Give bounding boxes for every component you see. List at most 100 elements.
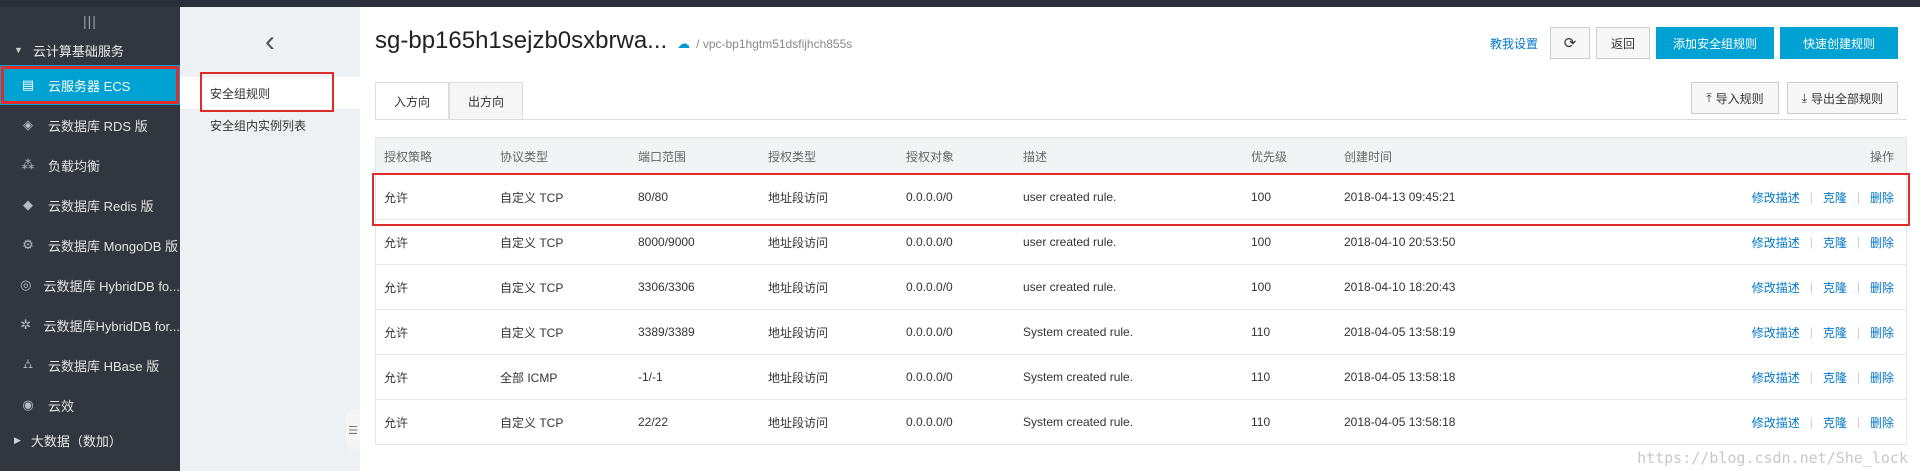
separator: | — [1809, 280, 1813, 294]
tab-outbound[interactable]: 出方向 — [449, 82, 524, 120]
column-header: 操作 — [1869, 149, 1894, 164]
cell-created: 2018-04-05 13:58:18 — [1344, 370, 1456, 384]
redis-icon: ◆ — [23, 197, 33, 212]
clone-link[interactable]: 克隆 — [1823, 414, 1847, 431]
sidebar-item-label: 云数据库HybridDB for... — [43, 318, 180, 334]
cell-port: 8000/9000 — [638, 235, 695, 249]
nav-group-label: 大数据（数加） — [30, 433, 122, 449]
column-header: 端口范围 — [638, 149, 687, 164]
cell-policy: 允许 — [384, 325, 409, 340]
column-header: 描述 — [1023, 149, 1048, 164]
delete-link[interactable]: 删除 — [1870, 234, 1894, 251]
mongodb-icon: ⚙ — [22, 237, 34, 252]
subnav-item-label: 安全组规则 — [210, 86, 271, 101]
add-rule-button[interactable]: 添加安全组规则 — [1656, 27, 1774, 59]
separator: | — [1856, 235, 1860, 249]
sidebar-handle[interactable]: ||| — [0, 7, 180, 35]
cell-policy: 允许 — [384, 280, 409, 295]
cell-port: -1/-1 — [638, 370, 663, 384]
sidebar-item-hbase[interactable]: ⛼ 云数据库 HBase 版 — [0, 345, 180, 385]
sidebar-item-label: 云数据库 HybridDB fo... — [43, 278, 180, 294]
cell-port: 3389/3389 — [638, 325, 695, 339]
cell-priority: 110 — [1251, 415, 1271, 429]
cell-created: 2018-04-10 20:53:50 — [1344, 235, 1456, 249]
header-toolbar: 教我设置 ⟳ 返回 添加安全组规则 快速创建规则 — [1490, 27, 1898, 59]
clone-link[interactable]: 克隆 — [1823, 369, 1847, 386]
collapse-sidebar-icon[interactable]: ☰ — [346, 410, 360, 450]
cell-auth-type: 地址段访问 — [768, 370, 829, 385]
separator: | — [1856, 325, 1860, 339]
column-header: 优先级 — [1251, 149, 1288, 164]
quick-create-rule-button[interactable]: 快速创建规则 — [1780, 27, 1898, 59]
sidebar-item-slb[interactable]: ⁂ 负载均衡 — [0, 145, 180, 185]
column-header: 授权策略 — [384, 149, 433, 164]
table-row: 允许 自定义 TCP 8000/9000 地址段访问 0.0.0.0/0 user cre… — [376, 219, 1906, 264]
hybriddb-network-icon: ✲ — [20, 317, 32, 332]
clone-link[interactable]: 克隆 — [1823, 324, 1847, 341]
cell-priority: 110 — [1251, 370, 1271, 384]
separator: | — [1856, 190, 1860, 204]
edit-description-link[interactable]: 修改描述 — [1752, 369, 1800, 386]
separator: | — [1856, 370, 1860, 384]
sidebar-item-hybriddb[interactable]: ◎ 云数据库 HybridDB fo... — [0, 265, 180, 305]
cell-policy: 允许 — [384, 235, 409, 250]
back-button[interactable]: 返回 — [1595, 27, 1650, 59]
edit-description-link[interactable]: 修改描述 — [1752, 414, 1800, 431]
row-actions: 修改描述 | 克隆 | 删除 — [1576, 234, 1906, 251]
cell-created: 2018-04-10 18:20:43 — [1344, 280, 1456, 294]
cell-object: 0.0.0.0/0 — [906, 415, 953, 429]
rules-table: 授权策略 协议类型 端口范围 授权类型 授权对象 描述 优先级 创建时间 操作 … — [372, 137, 1910, 445]
tab-inbound[interactable]: 入方向 — [375, 82, 450, 120]
hybriddb-icon: ◎ — [20, 277, 32, 292]
edit-description-link[interactable]: 修改描述 — [1752, 279, 1800, 296]
clone-link[interactable]: 克隆 — [1823, 189, 1847, 206]
delete-link[interactable]: 删除 — [1870, 369, 1894, 386]
download-icon: ⤓ — [1801, 90, 1807, 105]
sidebar-item-label: 负载均衡 — [48, 158, 101, 174]
edit-description-link[interactable]: 修改描述 — [1752, 324, 1800, 341]
sidebar-item-rds[interactable]: ◈ 云数据库 RDS 版 — [0, 105, 180, 145]
clone-link[interactable]: 克隆 — [1823, 234, 1847, 251]
table-row: 允许 全部 ICMP -1/-1 地址段访问 0.0.0.0/0 System creat… — [376, 354, 1906, 399]
sidebar-item-yunxiao[interactable]: ◉ 云效 — [0, 385, 180, 425]
delete-link[interactable]: 删除 — [1870, 189, 1894, 206]
chevron-left-icon[interactable]: ‹ — [180, 7, 360, 77]
sidebar-item-hybriddb-2[interactable]: ✲ 云数据库HybridDB for... — [0, 305, 180, 345]
sidebar-item-mongodb[interactable]: ⚙ 云数据库 MongoDB 版 — [0, 225, 180, 265]
row-actions: 修改描述 | 克隆 | 删除 — [1576, 324, 1906, 341]
server-icon: ▤ — [21, 77, 35, 92]
caret-right-icon: ▶ — [14, 434, 21, 445]
subnav-item-label: 安全组内实例列表 — [210, 118, 307, 133]
yunxiao-icon: ◉ — [22, 397, 34, 412]
help-link[interactable]: 教我设置 — [1490, 35, 1538, 52]
tabs-divider — [375, 119, 1907, 120]
delete-link[interactable]: 删除 — [1870, 279, 1894, 296]
delete-link[interactable]: 删除 — [1870, 414, 1894, 431]
watermark: https://blog.csdn.net/She_lock — [1637, 449, 1908, 467]
subnav-item-security-rules[interactable]: 安全组规则 — [180, 72, 360, 112]
import-rules-label: 导入规则 — [1715, 91, 1764, 106]
vpc-id: / vpc-bp1hgtm51dsfijhch855s — [696, 37, 853, 51]
separator: | — [1809, 235, 1813, 249]
page-header: sg-bp165h1sejzb0sxbrwa... ☁ / vpc-bp1hgt… — [375, 27, 852, 55]
cell-auth-type: 地址段访问 — [768, 280, 829, 295]
import-rules-button[interactable]: ⤒ 导入规则 — [1691, 82, 1779, 114]
delete-link[interactable]: 删除 — [1870, 324, 1894, 341]
nav-group-cloud-basic[interactable]: ▼ 云计算基础服务 — [0, 35, 180, 65]
edit-description-link[interactable]: 修改描述 — [1752, 234, 1800, 251]
subnav-item-instances[interactable]: 安全组内实例列表 — [180, 109, 360, 141]
column-header: 协议类型 — [500, 149, 549, 164]
sidebar-item-redis[interactable]: ◆ 云数据库 Redis 版 — [0, 185, 180, 225]
row-actions: 修改描述 | 克隆 | 删除 — [1576, 279, 1906, 296]
refresh-button[interactable]: ⟳ — [1549, 27, 1590, 59]
upload-icon: ⤒ — [1706, 90, 1712, 105]
cell-priority: 110 — [1251, 325, 1271, 339]
cell-auth-type: 地址段访问 — [768, 415, 829, 430]
clone-link[interactable]: 克隆 — [1823, 279, 1847, 296]
hbase-icon: ⛼ — [22, 356, 34, 371]
cell-protocol: 自定义 TCP — [500, 280, 564, 295]
sidebar-item-ecs[interactable]: ▤ 云服务器 ECS — [0, 65, 180, 105]
export-rules-button[interactable]: ⤓ 导出全部规则 — [1786, 82, 1898, 114]
edit-description-link[interactable]: 修改描述 — [1752, 189, 1800, 206]
nav-group-bigdata[interactable]: ▶ 大数据（数加） — [0, 425, 180, 455]
